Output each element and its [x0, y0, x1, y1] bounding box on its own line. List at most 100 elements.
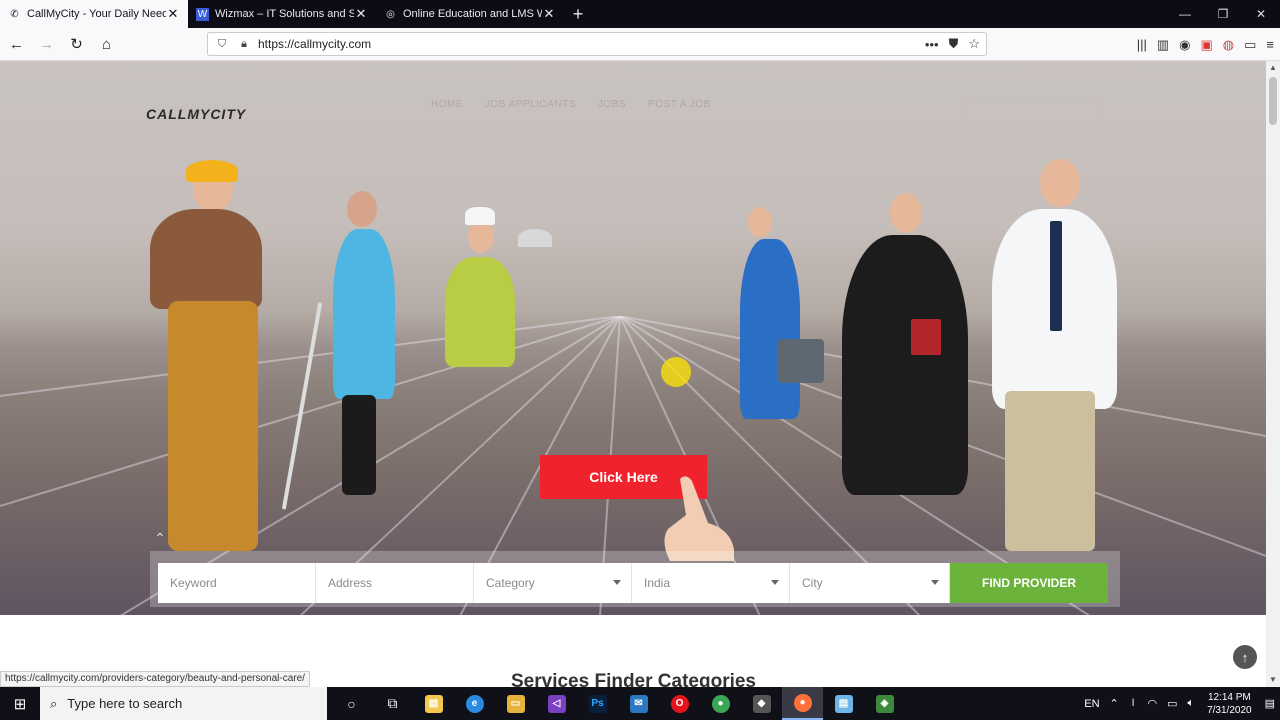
- country-select[interactable]: India: [632, 563, 790, 603]
- taskbar-search-placeholder: Type here to search: [67, 696, 183, 711]
- notifications-icon[interactable]: ▤: [1265, 697, 1275, 710]
- url-text[interactable]: https://callmycity.com: [258, 37, 371, 51]
- lock-icon[interactable]: 🔒︎: [236, 38, 252, 51]
- notepad-icon[interactable]: ▤: [823, 687, 864, 720]
- link-status-url: https://callmycity.com/providers-categor…: [0, 671, 310, 687]
- tab-title: Online Education and LMS Wo: [403, 8, 542, 20]
- microphone-icon[interactable]: ⏽: [1129, 697, 1138, 710]
- taskbar-search-box[interactable]: ⌕ Type here to search: [40, 687, 327, 720]
- arrow-left-icon: ←: [9, 35, 24, 53]
- close-tab-icon[interactable]: ✕: [542, 6, 556, 22]
- account-icon[interactable]: ◉: [1179, 37, 1190, 53]
- nav-item-post-a-job[interactable]: POST A JOB: [648, 99, 711, 110]
- minimize-icon[interactable]: —: [1166, 0, 1204, 28]
- clock-date: 7/31/2020: [1207, 704, 1252, 716]
- battery-icon[interactable]: ▭: [1167, 697, 1177, 710]
- chevron-up-icon[interactable]: ⌃: [149, 527, 171, 549]
- library-icon[interactable]: |||: [1137, 37, 1147, 52]
- forward-button[interactable]: →: [33, 31, 60, 58]
- app-icon[interactable]: ◈: [864, 687, 905, 720]
- firefox-icon[interactable]: ●: [782, 687, 823, 720]
- store-icon[interactable]: ▤: [413, 687, 454, 720]
- keyword-placeholder: Keyword: [170, 576, 217, 590]
- new-tab-button[interactable]: +: [564, 0, 592, 28]
- category-select[interactable]: Category: [474, 563, 632, 603]
- reload-button[interactable]: ↻: [63, 31, 90, 58]
- pocket-icon[interactable]: ⛊: [949, 36, 959, 52]
- keyword-input[interactable]: Keyword: [158, 563, 316, 603]
- window-controls: — ❐ ✕: [1166, 0, 1280, 28]
- visual-studio-icon[interactable]: ◁: [536, 687, 577, 720]
- city-select[interactable]: City: [790, 563, 950, 603]
- clock-time: 12:14 PM: [1207, 691, 1251, 703]
- task-view-icon[interactable]: ⧉: [372, 687, 413, 720]
- header-search-box[interactable]: [960, 99, 1103, 123]
- home-button[interactable]: ⌂: [93, 31, 120, 58]
- chevron-up-icon[interactable]: ⌃: [1110, 697, 1119, 710]
- extension-icon[interactable]: ◍: [1223, 37, 1234, 53]
- section-title: Services Finder Categories: [511, 671, 756, 687]
- nav-item-job-applicants[interactable]: JOB APPLICANTS: [485, 99, 576, 110]
- inkscape-icon[interactable]: ◆: [741, 687, 782, 720]
- address-placeholder: Address: [328, 576, 373, 590]
- volume-icon[interactable]: 🔈︎: [1187, 697, 1194, 710]
- file-explorer-icon[interactable]: ▭: [495, 687, 536, 720]
- page-viewport: CALLMYCITY HOME JOB APPLICANTS JOBS POST…: [0, 61, 1266, 687]
- chrome-icon[interactable]: ●: [700, 687, 741, 720]
- globe-favicon-icon: ◎: [386, 8, 395, 20]
- provider-search-bar: Keyword Address Category India City FIND…: [150, 551, 1120, 607]
- callmycity-favicon-icon: ✆: [10, 8, 19, 20]
- menu-icon[interactable]: ≡: [1266, 37, 1274, 52]
- edge-icon[interactable]: e: [454, 687, 495, 720]
- scrollbar-thumb[interactable]: [1269, 77, 1277, 125]
- browser-tab-strip: ✆ CallMyCity - Your Daily Needs Fulfi ✕ …: [0, 0, 1280, 28]
- find-provider-button[interactable]: FIND PROVIDER: [950, 563, 1108, 603]
- tab-online-education[interactable]: ◎ Online Education and LMS Wo ✕: [376, 0, 564, 28]
- caret-down-icon: [771, 580, 779, 585]
- language-indicator[interactable]: EN: [1084, 698, 1099, 710]
- photoshop-icon[interactable]: Ps: [577, 687, 618, 720]
- site-logo[interactable]: CALLMYCITY: [146, 106, 246, 122]
- windows-taskbar: ⊞ ⌕ Type here to search ○ ⧉ ▤ e ▭ ◁ Ps ✉…: [0, 687, 1280, 720]
- scroll-down-arrow-icon[interactable]: ▼: [1266, 673, 1280, 687]
- shield-icon[interactable]: ⛉: [214, 38, 230, 51]
- opera-icon[interactable]: O: [659, 687, 700, 720]
- pocket-save-icon[interactable]: ▣: [1200, 37, 1212, 53]
- browser-toolbar: ← → ↻ ⌂ ⛉ 🔒︎ https://callmycity.com ••• …: [0, 28, 1280, 61]
- bookmark-star-icon[interactable]: ☆: [968, 36, 980, 52]
- wifi-icon[interactable]: ◠: [1147, 697, 1157, 710]
- tab-title: Wizmax – IT Solutions and Ser: [215, 8, 354, 20]
- cortana-icon[interactable]: ○: [331, 687, 372, 720]
- caret-down-icon: [931, 580, 939, 585]
- wizmax-favicon-icon: W: [196, 7, 209, 21]
- close-tab-icon[interactable]: ✕: [354, 6, 368, 22]
- reload-icon: ↻: [70, 36, 83, 53]
- page-scrollbar[interactable]: ▲ ▼: [1266, 61, 1280, 687]
- city-value: City: [802, 576, 823, 590]
- screenshot-icon[interactable]: ▭: [1244, 37, 1256, 53]
- mail-icon[interactable]: ✉: [618, 687, 659, 720]
- address-bar[interactable]: ⛉ 🔒︎ https://callmycity.com ••• ⛊ ☆: [207, 32, 987, 56]
- scroll-up-arrow-icon[interactable]: ▲: [1266, 61, 1280, 75]
- hero-banner: CALLMYCITY HOME JOB APPLICANTS JOBS POST…: [0, 61, 1266, 616]
- system-tray: EN ⌃ ⏽ ◠ ▭ 🔈︎ 12:14 PM 7/31/2020 ▤: [1079, 687, 1280, 720]
- address-input[interactable]: Address: [316, 563, 474, 603]
- taskbar-clock[interactable]: 12:14 PM 7/31/2020: [1207, 691, 1252, 717]
- nav-item-jobs[interactable]: JOBS: [598, 99, 626, 110]
- toolbar-right-icons: ||| ▥ ◉ ▣ ◍ ▭ ≡: [1137, 28, 1274, 61]
- page-actions-icon[interactable]: •••: [925, 37, 939, 52]
- nav-item-home[interactable]: HOME: [431, 99, 463, 110]
- search-icon: ⌕: [50, 695, 58, 711]
- tab-title: CallMyCity - Your Daily Needs Fulfi: [27, 8, 166, 20]
- cursor-highlight: [661, 357, 691, 387]
- back-button[interactable]: ←: [3, 31, 30, 58]
- tab-callmycity[interactable]: ✆ CallMyCity - Your Daily Needs Fulfi ✕: [0, 0, 188, 28]
- back-to-top-button[interactable]: ↑: [1233, 645, 1257, 669]
- sidebar-icon[interactable]: ▥: [1157, 37, 1169, 53]
- close-window-icon[interactable]: ✕: [1242, 0, 1280, 28]
- tab-wizmax[interactable]: W Wizmax – IT Solutions and Ser ✕: [188, 0, 376, 28]
- pointing-hand-graphic: [664, 476, 734, 561]
- restore-icon[interactable]: ❐: [1204, 0, 1242, 28]
- windows-start-button[interactable]: ⊞: [0, 687, 40, 720]
- close-tab-icon[interactable]: ✕: [166, 6, 180, 22]
